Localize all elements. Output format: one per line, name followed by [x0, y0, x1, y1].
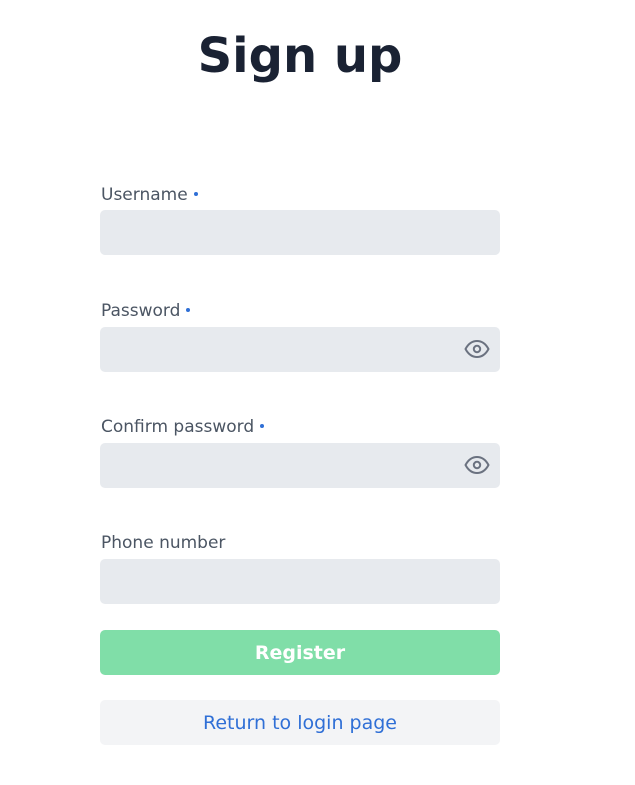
username-label: Username [101, 184, 198, 206]
username-input[interactable] [100, 210, 500, 255]
register-button[interactable]: Register [100, 630, 500, 675]
required-indicator [193, 192, 198, 196]
confirm-password-input[interactable] [100, 443, 500, 488]
eye-icon[interactable] [464, 454, 490, 476]
password-label: Password [101, 300, 191, 322]
password-label-text: Password [101, 301, 181, 321]
page-title: Sign up [197, 28, 403, 84]
phone-number-label: Phone number [101, 532, 225, 554]
required-indicator [260, 424, 265, 428]
phone-number-input[interactable] [100, 559, 500, 604]
phone-number-label-text: Phone number [101, 533, 226, 553]
confirm-password-label-text: Confirm password [101, 417, 255, 437]
eye-icon[interactable] [464, 338, 490, 360]
confirm-password-label: Confirm password [101, 416, 265, 438]
required-indicator [186, 308, 191, 312]
username-label-text: Username [101, 185, 188, 205]
return-to-login-button[interactable]: Return to login page [100, 700, 500, 745]
password-input[interactable] [100, 327, 500, 372]
